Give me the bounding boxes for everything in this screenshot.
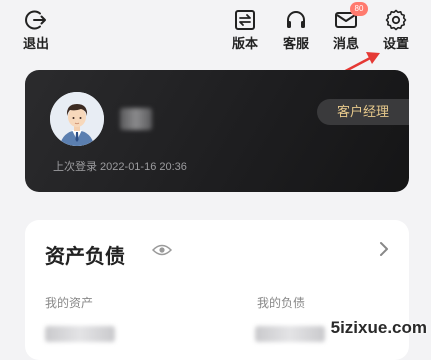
avatar[interactable] [50, 92, 104, 146]
customer-service-button[interactable]: 客服 [276, 8, 316, 52]
logout-label: 退出 [23, 36, 49, 52]
settings-label: 设置 [383, 36, 409, 52]
version-button[interactable]: 版本 [225, 8, 265, 52]
settings-button[interactable]: 设置 [376, 8, 416, 52]
my-assets-label: 我的资产 [45, 294, 93, 311]
asset-liability-title: 资产负债 [45, 240, 125, 269]
chevron-right-icon[interactable] [379, 241, 389, 257]
watermark: 5izixue.com [331, 318, 427, 338]
profile-card[interactable]: 客户经理 上次登录 2022-01-16 20:36 [25, 70, 409, 192]
username-redacted [120, 108, 152, 130]
my-liabilities-value-redacted [255, 326, 325, 342]
asset-liability-card[interactable]: 资产负债 我的资产 我的负债 [25, 220, 409, 360]
message-count-badge: 80 [350, 2, 368, 16]
customer-service-label: 客服 [283, 36, 309, 52]
my-assets-value-redacted [45, 326, 115, 342]
eye-icon[interactable] [152, 242, 172, 258]
messages-button[interactable]: 80 消息 [326, 8, 366, 52]
last-login-text: 上次登录 2022-01-16 20:36 [53, 158, 187, 174]
account-manager-button[interactable]: 客户经理 [317, 99, 409, 125]
gear-icon [384, 8, 408, 32]
my-liabilities-label: 我的负债 [257, 294, 305, 311]
version-icon [233, 8, 257, 32]
version-label: 版本 [232, 36, 258, 52]
logout-icon [24, 8, 48, 32]
logout-button[interactable]: 退出 [16, 8, 56, 52]
headset-icon [284, 8, 308, 32]
mail-icon: 80 [334, 8, 358, 32]
